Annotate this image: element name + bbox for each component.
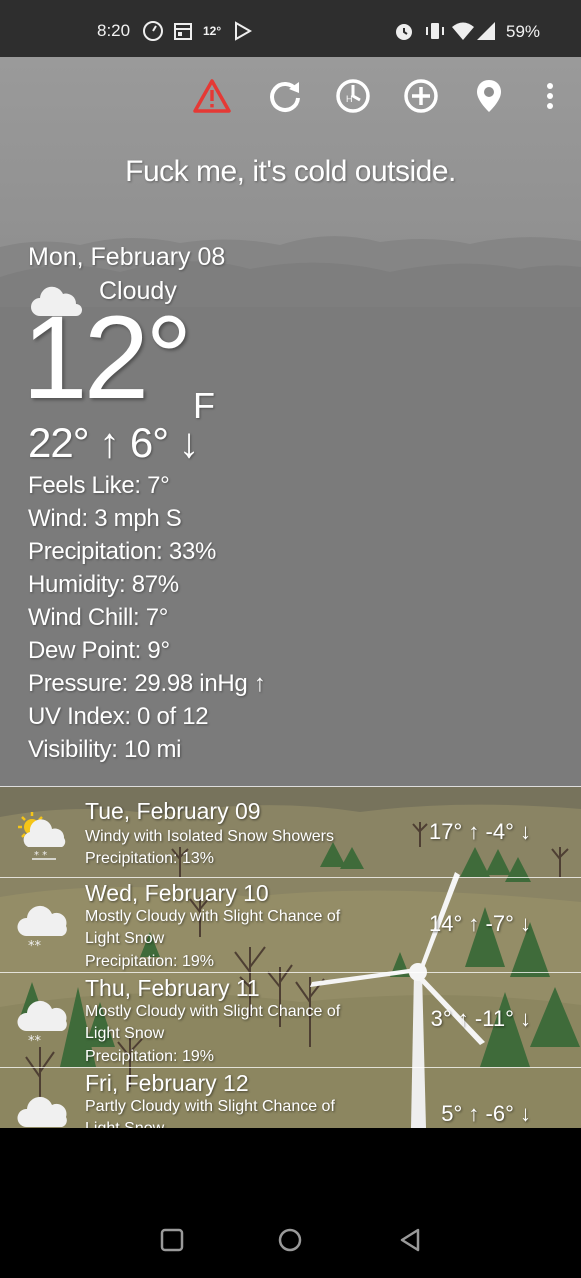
cloud-snow-icon: ** bbox=[14, 997, 70, 1054]
forecast-precipitation: Precipitation: 13% bbox=[85, 850, 214, 867]
play-store-icon bbox=[233, 20, 253, 47]
navigation-bar bbox=[0, 1128, 581, 1278]
forecast-row[interactable]: * * Tue, February 09 Windy with Isolated… bbox=[0, 787, 581, 876]
calendar-icon bbox=[173, 20, 193, 47]
weather-app: H Fuck me, it's cold outside. Mon, Febru… bbox=[0, 57, 581, 1128]
forecast-row[interactable]: ** Thu, February 11 Mostly Cloudy with S… bbox=[0, 973, 581, 1067]
detail-pressure: Pressure: 29.98 inHg ↑ bbox=[28, 670, 266, 697]
forecast-precipitation: Precipitation: 19% bbox=[85, 1048, 214, 1065]
alert-icon[interactable] bbox=[192, 76, 232, 116]
weather-tagline: Fuck me, it's cold outside. bbox=[125, 155, 456, 188]
forecast-precipitation: Precipitation: 19% bbox=[85, 953, 214, 970]
svg-text:**: ** bbox=[28, 939, 42, 954]
back-icon[interactable] bbox=[396, 1226, 424, 1254]
detail-wind-chill: Wind Chill: 7° bbox=[28, 604, 169, 631]
add-location-icon[interactable] bbox=[401, 76, 441, 116]
forecast-day: Wed, February 10 bbox=[85, 880, 269, 906]
forecast-description: Partly Cloudy with Slight Chance of Ligh… bbox=[85, 1098, 335, 1128]
signal-icon bbox=[475, 20, 497, 47]
battery-level: 59% bbox=[506, 22, 541, 41]
forecast-high-low: 5° ↑ -6° ↓ bbox=[441, 1101, 531, 1126]
forecast-description: Mostly Cloudy with Slight Chance of Ligh… bbox=[85, 1003, 341, 1042]
forecast-day: Fri, February 12 bbox=[85, 1070, 249, 1096]
detail-wind: Wind: 3 mph S bbox=[28, 505, 182, 532]
status-bar: 8:20 12° 59% bbox=[0, 0, 581, 57]
refresh-icon[interactable] bbox=[265, 76, 305, 116]
alarm-icon bbox=[393, 20, 415, 47]
detail-humidity: Humidity: 87% bbox=[28, 571, 179, 598]
detail-visibility: Visibility: 10 mi bbox=[28, 736, 182, 763]
forecast-row[interactable]: Fri, February 12 Partly Cloudy with Slig… bbox=[0, 1068, 581, 1128]
forecast-high-low: 3° ↑ -11° ↓ bbox=[430, 1006, 531, 1031]
detail-precipitation: Precipitation: 33% bbox=[28, 538, 217, 565]
forecast-day: Tue, February 09 bbox=[85, 798, 261, 824]
partly-sunny-snow-icon: * * bbox=[14, 809, 70, 866]
detail-feels-like: Feels Like: 7° bbox=[28, 472, 170, 499]
cloud-snow-icon: ** bbox=[14, 902, 70, 959]
recent-apps-icon[interactable] bbox=[158, 1226, 186, 1254]
forecast-description: Mostly Cloudy with Slight Chance of Ligh… bbox=[85, 908, 341, 947]
status-time: 8:20 bbox=[97, 21, 131, 40]
detail-uv-index: UV Index: 0 of 12 bbox=[28, 703, 209, 730]
section-divider bbox=[0, 786, 581, 787]
current-temperature: 12° bbox=[22, 292, 192, 424]
forecast-day: Thu, February 11 bbox=[85, 975, 260, 1001]
detail-dew-point: Dew Point: 9° bbox=[28, 637, 170, 664]
svg-text:**: ** bbox=[28, 1034, 42, 1049]
location-pin-icon[interactable] bbox=[469, 76, 509, 116]
forecast-list: * * Tue, February 09 Windy with Isolated… bbox=[0, 787, 581, 1128]
status-temp-badge: 12° bbox=[203, 24, 222, 38]
speedometer-icon bbox=[142, 20, 164, 47]
forecast-description: Windy with Isolated Snow Showers bbox=[85, 828, 334, 845]
more-vert-icon[interactable] bbox=[530, 76, 570, 116]
wifi-icon bbox=[451, 20, 475, 47]
forecast-high-low: 14° ↑ -7° ↓ bbox=[429, 911, 531, 936]
forecast-high-low: 17° ↑ -4° ↓ bbox=[429, 819, 531, 844]
forecast-row[interactable]: ** Wed, February 10 Mostly Cloudy with S… bbox=[0, 878, 581, 972]
home-icon[interactable] bbox=[276, 1226, 304, 1254]
svg-text:H: H bbox=[346, 94, 353, 104]
history-icon[interactable]: H bbox=[333, 76, 373, 116]
cloud-icon bbox=[14, 1093, 70, 1128]
current-date: Mon, February 08 bbox=[28, 243, 226, 271]
vibrate-icon bbox=[425, 20, 445, 47]
current-high-low: 22° ↑ 6° ↓ bbox=[28, 419, 200, 466]
current-details: Feels Like: 7° Wind: 3 mph S Precipitati… bbox=[28, 469, 266, 766]
